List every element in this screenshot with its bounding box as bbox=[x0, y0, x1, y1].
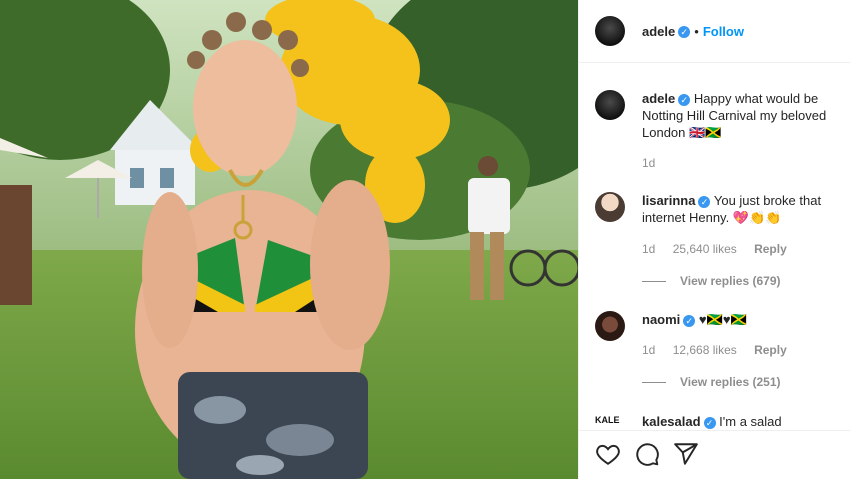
comments-panel: adele ✓ • Follow adele ✓ Happy what would be… bbox=[578, 0, 850, 480]
comment-item: KALE kalesalad ✓ I'm a salad bbox=[595, 412, 840, 430]
caption: adele ✓ Happy what would be Notting Hill … bbox=[595, 90, 840, 170]
comment-item: naomi ✓ ♥🇯🇲♥🇯🇲 1d 12,668 likes Reply View… bbox=[595, 311, 840, 396]
view-replies-button[interactable]: View replies (251) bbox=[642, 375, 781, 389]
share-icon[interactable] bbox=[673, 441, 699, 467]
verified-icon: ✓ bbox=[678, 25, 691, 38]
caption-time[interactable]: 1d bbox=[642, 156, 655, 170]
comment-likes[interactable]: 25,640 likes bbox=[673, 242, 737, 256]
comment-body: lisarinna ✓ You just broke that internet … bbox=[642, 192, 842, 226]
avatar-text: KALE bbox=[595, 415, 620, 425]
follow-button[interactable]: Follow bbox=[703, 24, 744, 39]
post-header: adele ✓ • Follow bbox=[579, 0, 850, 63]
caption-body: adele ✓ Happy what would be Notting Hill … bbox=[642, 90, 842, 141]
avatar[interactable] bbox=[595, 16, 625, 46]
comment-text: I'm a salad bbox=[719, 414, 782, 429]
comment-icon[interactable] bbox=[634, 441, 660, 467]
reply-button[interactable]: Reply bbox=[754, 242, 787, 256]
comment-meta: 1d 25,640 likes Reply bbox=[642, 242, 801, 256]
avatar[interactable] bbox=[595, 311, 625, 341]
action-bar bbox=[579, 430, 850, 480]
header-user: adele ✓ • Follow bbox=[642, 23, 744, 41]
caption-meta: 1d bbox=[642, 156, 669, 170]
comment-text: ♥🇯🇲♥🇯🇲 bbox=[698, 312, 747, 327]
comment-meta: 1d 12,668 likes Reply bbox=[642, 343, 801, 357]
caption-username[interactable]: adele bbox=[642, 91, 675, 106]
avatar[interactable]: KALE bbox=[595, 412, 625, 430]
comment-likes[interactable]: 12,668 likes bbox=[673, 343, 737, 357]
divider bbox=[642, 382, 666, 384]
avatar[interactable] bbox=[595, 90, 625, 120]
post-photo[interactable] bbox=[0, 0, 578, 479]
comment-item: lisarinna ✓ You just broke that internet … bbox=[595, 192, 840, 292]
avatar[interactable] bbox=[595, 192, 625, 222]
view-replies-button[interactable]: View replies (679) bbox=[642, 274, 781, 288]
verified-icon: ✓ bbox=[698, 195, 711, 208]
divider bbox=[642, 281, 666, 283]
header-username[interactable]: adele bbox=[642, 24, 675, 39]
comment-body: naomi ✓ ♥🇯🇲♥🇯🇲 bbox=[642, 311, 842, 328]
comment-body: kalesalad ✓ I'm a salad bbox=[642, 413, 840, 430]
comment-username[interactable]: naomi bbox=[642, 312, 680, 327]
comment-time[interactable]: 1d bbox=[642, 242, 655, 256]
reply-button[interactable]: Reply bbox=[754, 343, 787, 357]
view-replies-label: View replies (679) bbox=[680, 274, 781, 288]
verified-icon: ✓ bbox=[678, 93, 691, 106]
comment-username[interactable]: lisarinna bbox=[642, 193, 695, 208]
post-photo-illustration bbox=[0, 0, 578, 479]
view-replies-label: View replies (251) bbox=[680, 375, 781, 389]
heart-icon[interactable] bbox=[595, 441, 621, 467]
comment-username[interactable]: kalesalad bbox=[642, 414, 701, 429]
verified-icon: ✓ bbox=[683, 314, 696, 327]
comment-time[interactable]: 1d bbox=[642, 343, 655, 357]
verified-icon: ✓ bbox=[703, 416, 716, 429]
header-separator: • bbox=[694, 24, 699, 39]
